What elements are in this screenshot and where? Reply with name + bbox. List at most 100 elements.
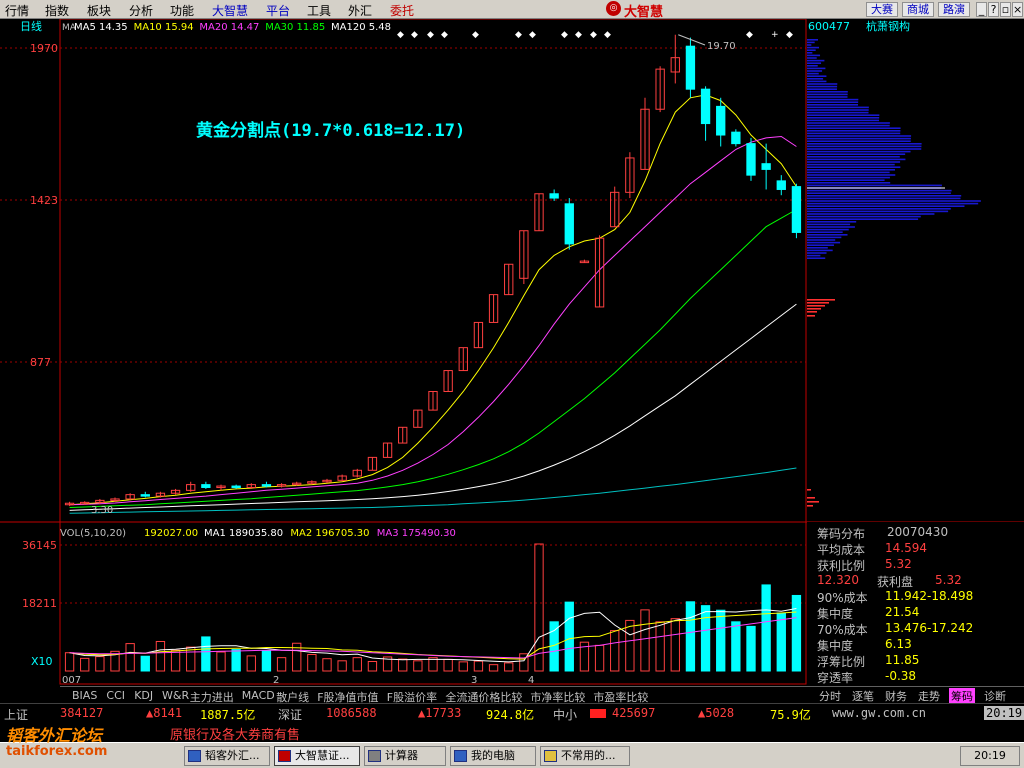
menu-item-dzh[interactable]: 大智慧 (212, 2, 248, 19)
chip-bar (807, 223, 851, 226)
task-folder[interactable]: 不常用的... (540, 746, 630, 766)
chip-bar (807, 205, 965, 207)
chip-row-label: 浮筹比例 (817, 655, 866, 669)
candle (186, 481, 196, 492)
volume-tick-label: X10 (31, 655, 53, 668)
stock-name: 杭萧钢构 (866, 19, 910, 33)
candle-body (700, 88, 711, 125)
chips-date: 20070430 (887, 525, 949, 539)
candle (534, 193, 544, 232)
candle (443, 370, 453, 392)
signal-marker: ◆ (529, 30, 536, 40)
chip-bar (807, 176, 890, 179)
menu-item-index[interactable]: 指数 (45, 2, 69, 19)
chip-row-value: 5.32 (935, 573, 962, 587)
price-labels: 19.70 3.30 (91, 34, 736, 516)
chip-row-label: 70%成本 (817, 623, 868, 637)
signal-marker: ◆ (746, 30, 753, 40)
ma-legend-item: MA20 14.47 (199, 22, 259, 33)
chip-bar (807, 106, 869, 109)
scroll-text: 原银行及各大券商有售 (170, 728, 301, 743)
chips-title: 筹码分布 (817, 527, 866, 541)
menu-item-analysis[interactable]: 分析 (129, 2, 153, 19)
volume-bar (716, 609, 726, 672)
right-tab[interactable]: 财务 (883, 688, 909, 704)
indicator-tab[interactable]: CCI (106, 689, 125, 702)
chip-bar (807, 135, 912, 137)
candle (413, 409, 423, 428)
close-icon[interactable]: × (1012, 2, 1023, 17)
zx-bar-red (590, 709, 606, 718)
menu-item-quotes[interactable]: 行情 (5, 2, 29, 19)
chip-bar (807, 44, 812, 46)
chip-bar (807, 226, 855, 228)
vol-ma-legend: MA2 196705.30 (290, 528, 369, 539)
chip-bar (807, 252, 827, 254)
chip-bar (807, 174, 896, 176)
folder-icon (544, 750, 557, 762)
right-tab[interactable]: 分时 (817, 688, 843, 704)
volume-bar (776, 612, 786, 672)
vol-label: VOL(5,10,20) (60, 528, 126, 539)
right-tab[interactable]: 诊断 (982, 688, 1008, 704)
candle (579, 259, 590, 264)
candle (594, 235, 605, 308)
contest-button[interactable]: 大赛 (866, 2, 898, 17)
volume-bar (504, 662, 514, 672)
chip-row: 集中度 21.54 (817, 605, 919, 622)
right-tab[interactable]: 走势 (916, 688, 942, 704)
candle (625, 152, 635, 199)
chip-row-label: 集中度 (817, 639, 854, 653)
signal-marker: ◆ (515, 30, 522, 40)
chip-bar (807, 153, 906, 155)
mall-button[interactable]: 商城 (902, 2, 934, 17)
menu-item-forex[interactable]: 外汇 (348, 2, 372, 19)
restore-icon[interactable]: ▫ (1000, 2, 1011, 17)
menu-item-function[interactable]: 功能 (170, 2, 194, 19)
task-forum[interactable]: 韬客外汇... (184, 746, 270, 766)
chip-bar (807, 241, 841, 244)
chip-bar (807, 150, 911, 153)
indicator-tab[interactable]: BIAS (72, 689, 97, 702)
task-calculator[interactable]: 计算器 (364, 746, 446, 766)
chip-bar (807, 156, 900, 158)
zx-label: 中小 (553, 708, 578, 722)
candle-body (231, 485, 241, 489)
menu-item-trade[interactable]: 委托 (390, 2, 414, 19)
chip-bar (807, 140, 911, 142)
ticker-time: 20:19 (984, 706, 1024, 720)
chip-bar (807, 179, 885, 181)
chip-bar (807, 54, 821, 57)
chip-bar (807, 236, 842, 239)
period-label: 日线 (20, 19, 42, 33)
indicator-tab[interactable]: MACD (242, 689, 275, 702)
menu-item-tools[interactable]: 工具 (307, 2, 331, 19)
chip-bar (807, 93, 848, 96)
chip-row-value: 11.85 (885, 653, 920, 667)
menu-item-sector[interactable]: 板块 (87, 2, 111, 19)
right-tab[interactable]: 逐笔 (850, 688, 876, 704)
chip-bar-profit (807, 505, 813, 507)
minimize-icon[interactable]: _ (976, 2, 987, 17)
signal-marker: ◆ (472, 30, 479, 40)
task-dzh[interactable]: 大智慧证... (274, 746, 360, 766)
chip-bar (807, 143, 922, 145)
candle (610, 186, 620, 228)
roadshow-button[interactable]: 路演 (938, 2, 970, 17)
chip-bar (807, 137, 911, 140)
menu-item-platform[interactable]: 平台 (266, 2, 290, 19)
indicator-tab[interactable]: KDJ (134, 689, 153, 702)
candle (80, 501, 90, 505)
candle (564, 198, 574, 250)
task-mycomputer[interactable]: 我的电脑 (450, 746, 536, 766)
help-icon[interactable]: ? (988, 2, 999, 17)
indicator-tab[interactable]: W&R (162, 689, 189, 702)
sh-change: ▲8141 (146, 706, 183, 720)
vol-ma-legend: MA1 189035.80 (204, 528, 283, 539)
chip-bar (807, 65, 818, 67)
chip-bar (807, 52, 813, 54)
right-tab[interactable]: 筹码 (949, 688, 975, 704)
chip-bar (807, 171, 890, 174)
volume-bar (443, 658, 453, 672)
chip-row-value: 6.13 (885, 637, 912, 651)
